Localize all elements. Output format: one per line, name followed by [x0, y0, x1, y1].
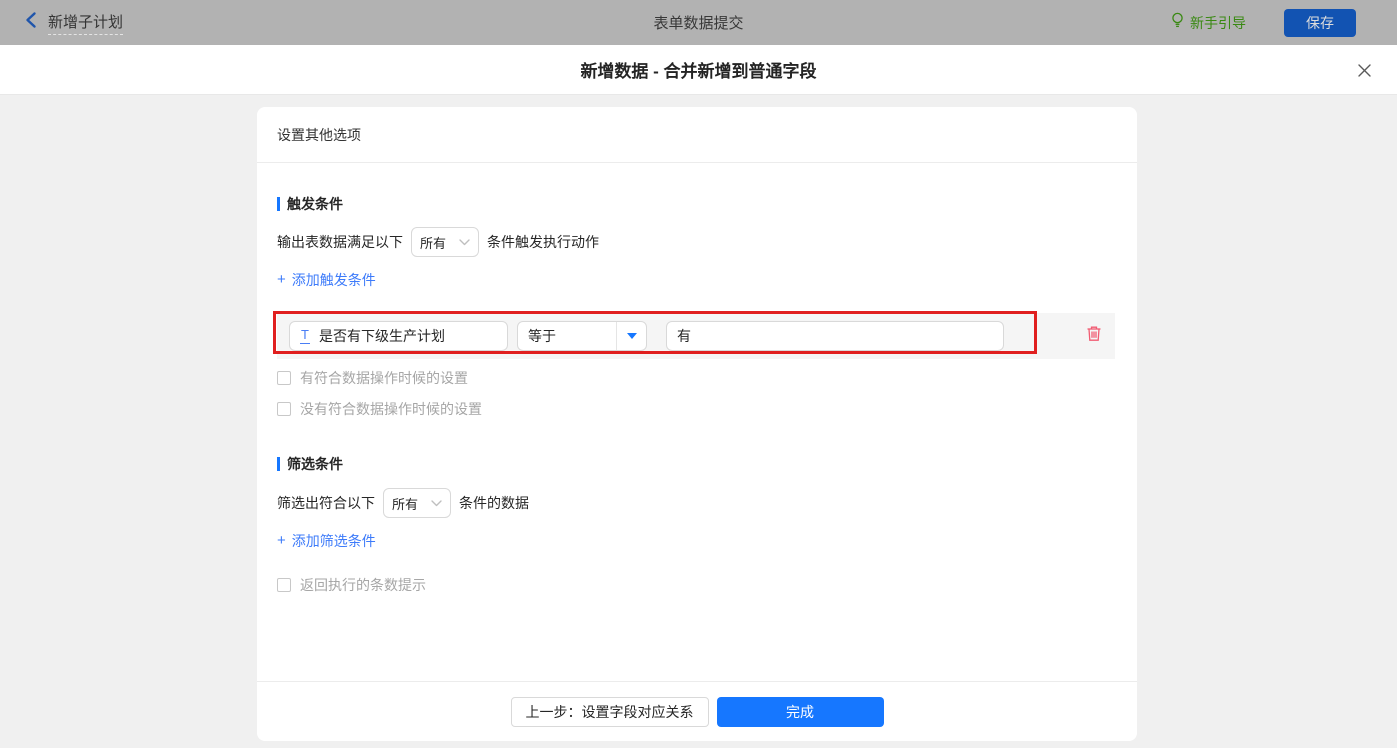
add-filter-condition-link[interactable]: + 添加筛选条件	[277, 531, 376, 551]
plus-icon: +	[277, 534, 286, 548]
filter-match-sentence: 筛选出符合以下 所有 条件的数据	[277, 488, 1117, 518]
checkbox[interactable]	[277, 371, 291, 385]
close-icon[interactable]	[1356, 62, 1372, 78]
options-card: 设置其他选项 触发条件 输出表数据满足以下 所有 条件触发执行动作	[257, 107, 1137, 741]
single-line-text-icon: T	[300, 328, 310, 344]
section-bar-icon	[277, 457, 280, 471]
modal-header: 新增数据 - 合并新增到普通字段	[0, 45, 1397, 95]
beginner-guide-label: 新手引导	[1190, 13, 1246, 33]
lightbulb-icon	[1170, 12, 1185, 34]
section-bar-icon	[277, 197, 280, 211]
add-trigger-condition-link[interactable]: + 添加触发条件	[277, 270, 376, 290]
beginner-guide-button[interactable]: 新手引导	[1170, 12, 1246, 34]
condition-field-select[interactable]: T 是否有下级生产计划	[289, 321, 508, 351]
toolbar-right: 新手引导 保存	[1170, 9, 1397, 37]
trigger-condition-row: T 是否有下级生产计划 等于 有	[277, 313, 1115, 359]
trigger-match-suffix: 条件触发执行动作	[487, 232, 599, 252]
top-toolbar: 新增子计划 表单数据提交 新手引导 保存	[0, 0, 1397, 45]
condition-row-background: T 是否有下级生产计划 等于 有	[277, 313, 1115, 359]
card-footer: 上一步：设置字段对应关系 完成	[257, 681, 1137, 741]
trigger-section-title: 触发条件	[277, 194, 1117, 214]
checkbox[interactable]	[277, 402, 291, 416]
modal-body: 设置其他选项 触发条件 输出表数据满足以下 所有 条件触发执行动作	[0, 95, 1397, 748]
trigger-match-prefix: 输出表数据满足以下	[277, 232, 403, 252]
filter-section-title: 筛选条件	[277, 454, 1117, 474]
filter-mode-select[interactable]: 所有	[383, 488, 451, 518]
save-button[interactable]: 保存	[1284, 9, 1356, 37]
checkbox[interactable]	[277, 578, 291, 592]
has-match-settings-checkbox-row[interactable]: 有符合数据操作时候的设置	[277, 368, 468, 388]
page: 新增子计划 表单数据提交 新手引导 保存 新增数据 - 合并新增到普通字段	[0, 0, 1397, 748]
card-header: 设置其他选项	[257, 107, 1137, 163]
chevron-down-icon	[431, 494, 442, 512]
filter-match-prefix: 筛选出符合以下	[277, 493, 375, 513]
caret-down-icon	[616, 322, 646, 350]
condition-operator-select[interactable]: 等于	[517, 321, 647, 351]
condition-value-input[interactable]: 有	[666, 321, 1004, 351]
trash-icon	[1086, 325, 1102, 347]
return-count-checkbox-row[interactable]: 返回执行的条数提示	[277, 575, 426, 595]
plus-icon: +	[277, 273, 286, 287]
trigger-match-sentence: 输出表数据满足以下 所有 条件触发执行动作	[277, 227, 1117, 257]
no-match-settings-checkbox-row[interactable]: 没有符合数据操作时候的设置	[277, 399, 482, 419]
card-body: 触发条件 输出表数据满足以下 所有 条件触发执行动作 + 添加触发条件	[257, 163, 1137, 681]
filter-match-suffix: 条件的数据	[459, 493, 529, 513]
chevron-down-icon	[459, 233, 470, 251]
previous-step-button[interactable]: 上一步：设置字段对应关系	[511, 697, 709, 727]
modal-title: 新增数据 - 合并新增到普通字段	[580, 57, 816, 82]
trigger-mode-select[interactable]: 所有	[411, 227, 479, 257]
done-button[interactable]: 完成	[717, 697, 884, 727]
delete-condition-button[interactable]	[1086, 325, 1102, 347]
